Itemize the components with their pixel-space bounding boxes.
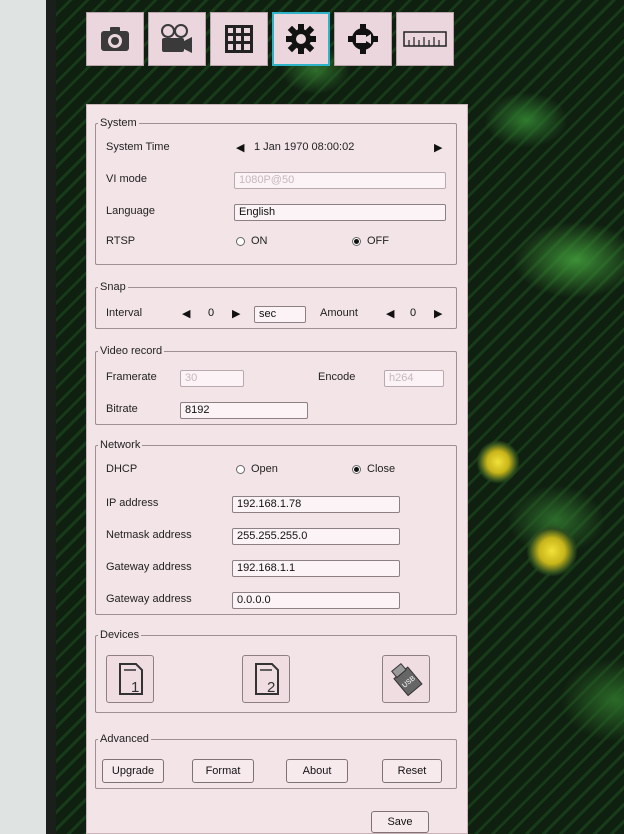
radio-dot: [236, 464, 245, 474]
amount-value: 0: [410, 307, 417, 319]
save-button[interactable]: Save: [371, 811, 429, 833]
solder-pad: [526, 525, 578, 577]
video-record-legend: Video record: [100, 345, 163, 357]
video-record-group: Video record Framerate 30 Encode h264 Bi…: [95, 345, 457, 425]
network-group: Network DHCP Open Close IP address 192.1…: [95, 439, 457, 615]
video-record-button[interactable]: [148, 12, 206, 66]
snap-group: Snap Interval ◀ 0 ▶ sec Amount ◀ 0 ▶: [95, 281, 457, 329]
framerate-label: Framerate: [106, 371, 157, 383]
amount-prev-arrow-icon[interactable]: ◀: [386, 307, 394, 320]
rtsp-on-radio[interactable]: ON: [236, 235, 268, 247]
camera-icon: [101, 27, 129, 51]
rtsp-label: RTSP: [106, 235, 136, 247]
grid-button[interactable]: [210, 12, 268, 66]
bitrate-input[interactable]: 8192: [180, 402, 308, 419]
sd-card-1-icon: 1: [119, 663, 143, 696]
sd-card-2-button[interactable]: 2: [242, 655, 290, 703]
language-label: Language: [106, 205, 155, 217]
measure-button[interactable]: [396, 12, 454, 66]
dhcp-label: DHCP: [106, 463, 138, 475]
language-select[interactable]: English: [234, 204, 446, 221]
grid-icon: [225, 25, 253, 53]
amount-label: Amount: [320, 307, 358, 319]
time-prev-arrow-icon[interactable]: ◀: [236, 141, 244, 154]
gateway-input[interactable]: 192.168.1.1: [232, 560, 400, 577]
camera-settings-button[interactable]: [334, 12, 392, 66]
time-next-arrow-icon[interactable]: ▶: [434, 141, 442, 154]
monitor-edge: [46, 0, 56, 834]
gateway-2-input[interactable]: 0.0.0.0: [232, 592, 400, 609]
radio-dot-selected: [352, 236, 361, 246]
ruler-icon: [403, 31, 447, 47]
reset-button[interactable]: Reset: [382, 759, 442, 783]
framerate-field: 30: [180, 370, 244, 387]
gear-icon: [286, 24, 316, 54]
vi-mode-label: VI mode: [106, 173, 147, 185]
rtsp-on-label: ON: [251, 235, 268, 247]
dhcp-open-label: Open: [251, 463, 278, 475]
usb-drive-icon: USB: [391, 662, 423, 697]
gateway-label: Gateway address: [106, 561, 192, 573]
interval-next-arrow-icon[interactable]: ▶: [232, 307, 240, 320]
usb-drive-button[interactable]: USB: [382, 655, 430, 703]
encode-label: Encode: [318, 371, 356, 383]
settings-button[interactable]: [272, 12, 330, 66]
sd-card-2-digit: 2: [267, 679, 275, 696]
interval-label: Interval: [106, 307, 143, 319]
radio-dot-selected: [352, 464, 361, 474]
top-toolbar: [86, 12, 458, 66]
advanced-group: Advanced Upgrade Format About Reset: [95, 733, 457, 789]
sd-card-1-digit: 1: [131, 679, 139, 696]
system-group: System System Time ◀ 1 Jan 1970 08:00:02…: [95, 117, 457, 265]
rtsp-off-label: OFF: [367, 235, 389, 247]
advanced-legend: Advanced: [100, 733, 149, 745]
system-legend: System: [100, 117, 137, 129]
dhcp-close-radio[interactable]: Close: [352, 463, 395, 475]
format-button[interactable]: Format: [192, 759, 254, 783]
bitrate-label: Bitrate: [106, 403, 138, 415]
solder-pad: [476, 440, 520, 484]
sd-card-1-button[interactable]: 1: [106, 655, 154, 703]
encode-field: h264: [384, 370, 444, 387]
dhcp-open-radio[interactable]: Open: [236, 463, 278, 475]
amount-next-arrow-icon[interactable]: ▶: [434, 307, 442, 320]
about-button[interactable]: About: [286, 759, 348, 783]
network-legend: Network: [100, 439, 141, 451]
dhcp-close-label: Close: [367, 463, 396, 475]
camera-settings-icon: [348, 24, 378, 54]
devices-group: Devices 1 2 USB: [95, 629, 457, 713]
netmask-input[interactable]: 255.255.255.0: [232, 528, 400, 545]
ip-address-label: IP address: [106, 497, 159, 509]
devices-legend: Devices: [100, 629, 140, 641]
upgrade-button[interactable]: Upgrade: [102, 759, 164, 783]
interval-prev-arrow-icon[interactable]: ◀: [182, 307, 190, 320]
vi-mode-field: 1080P@50: [234, 172, 446, 189]
gateway-2-label: Gateway address: [106, 593, 192, 605]
sd-card-2-icon: 2: [255, 663, 279, 696]
system-time-value: 1 Jan 1970 08:00:02: [254, 141, 355, 153]
radio-dot: [236, 236, 245, 246]
snap-legend: Snap: [100, 281, 126, 293]
camera-snapshot-button[interactable]: [86, 12, 144, 66]
system-time-label: System Time: [106, 141, 170, 153]
interval-value: 0: [208, 307, 215, 319]
settings-panel: System System Time ◀ 1 Jan 1970 08:00:02…: [86, 104, 468, 834]
video-record-icon: [161, 24, 192, 53]
interval-unit-select[interactable]: sec: [254, 306, 306, 323]
rtsp-off-radio[interactable]: OFF: [352, 235, 389, 247]
monitor-bezel: [0, 0, 46, 834]
netmask-label: Netmask address: [106, 529, 192, 541]
ip-address-input[interactable]: 192.168.1.78: [232, 496, 400, 513]
